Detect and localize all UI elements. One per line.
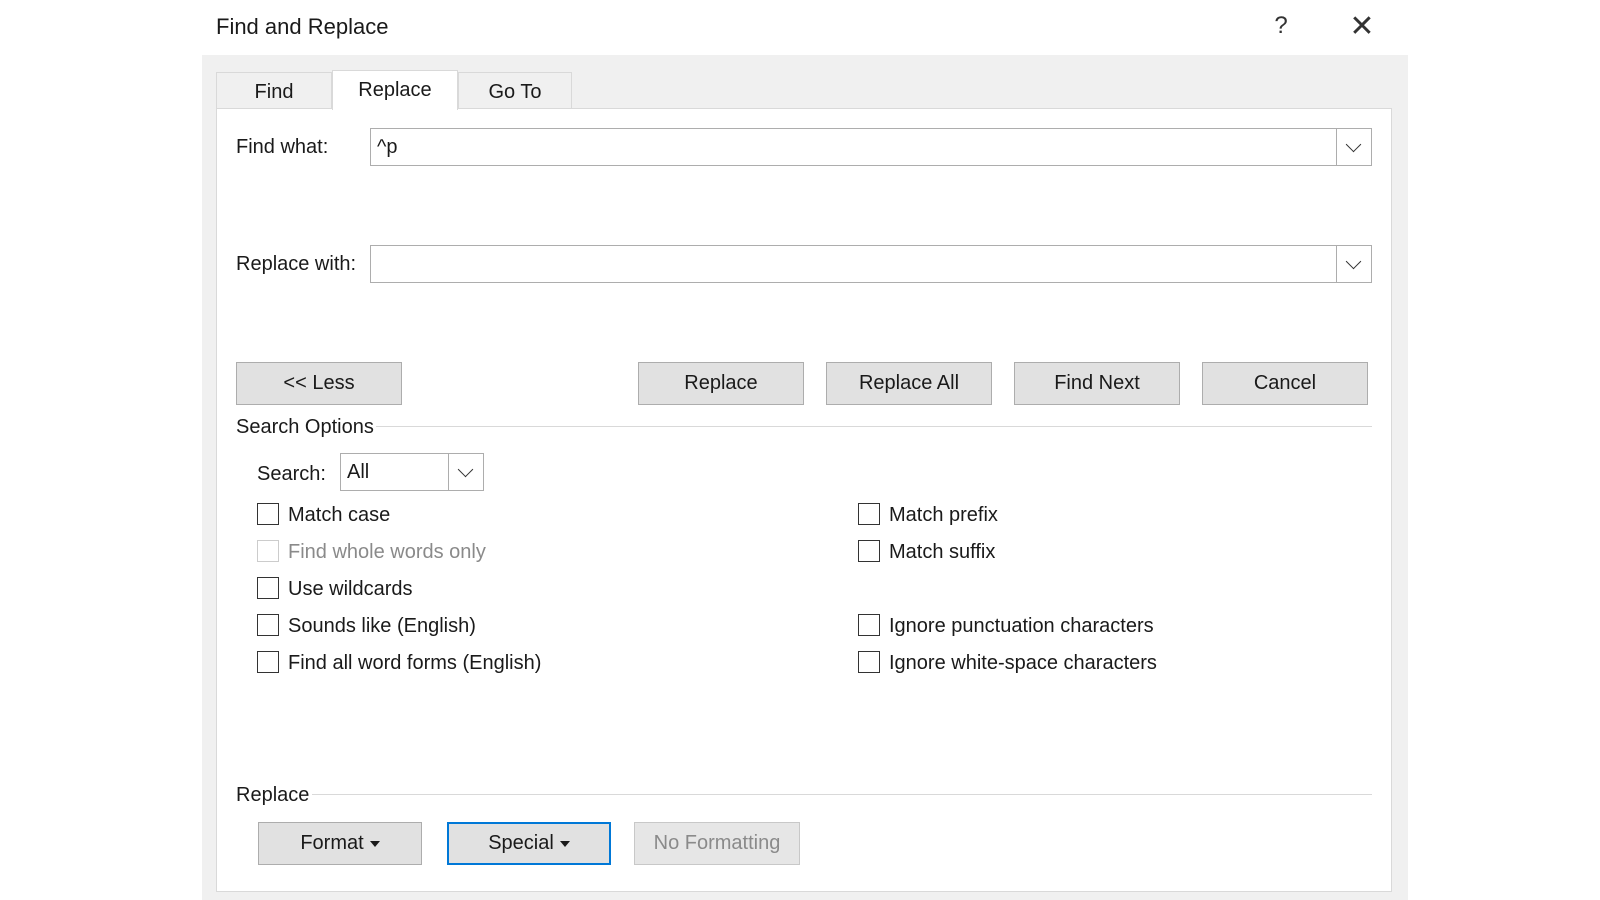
find-whole-words-label: Find whole words only: [288, 541, 486, 563]
format-button[interactable]: Format: [258, 822, 422, 865]
find-what-input[interactable]: ^p: [377, 129, 398, 165]
use-wildcards-label: Use wildcards: [288, 578, 413, 600]
tab-panel: [216, 108, 1392, 892]
match-suffix-checkbox[interactable]: [858, 540, 880, 562]
find-what-combo[interactable]: ^p: [370, 128, 1372, 166]
replace-all-button[interactable]: Replace All: [826, 362, 992, 405]
replace-button[interactable]: Replace: [638, 362, 804, 405]
find-whole-words-checkbox: [257, 540, 279, 562]
ignore-whitespace-label: Ignore white-space characters: [889, 652, 1157, 674]
chevron-down-icon: [457, 461, 474, 478]
search-direction-dropdown-button[interactable]: [448, 454, 483, 490]
tab-find[interactable]: Find: [216, 72, 332, 109]
replace-section-heading: Replace: [236, 784, 310, 806]
sounds-like-label: Sounds like (English): [288, 615, 476, 637]
format-button-label: Format: [300, 832, 364, 854]
replace-with-combo[interactable]: [370, 245, 1372, 283]
help-icon[interactable]: ?: [1266, 10, 1296, 42]
ignore-whitespace-checkbox[interactable]: [858, 651, 880, 673]
search-direction-combo[interactable]: All: [340, 453, 484, 491]
tab-replace[interactable]: Replace: [332, 70, 458, 110]
dialog-title: Find and Replace: [216, 14, 389, 39]
special-button[interactable]: Special: [447, 822, 611, 865]
match-suffix-label: Match suffix: [889, 541, 996, 563]
match-case-label: Match case: [288, 504, 391, 526]
special-button-label: Special: [488, 832, 554, 854]
match-case-checkbox[interactable]: [257, 503, 279, 525]
close-icon[interactable]: ✕: [1345, 10, 1379, 44]
search-options-divider: [376, 426, 1372, 427]
sounds-like-checkbox[interactable]: [257, 614, 279, 636]
find-all-word-forms-label: Find all word forms (English): [288, 652, 542, 674]
find-what-label: Find what:: [236, 136, 329, 158]
search-direction-value: All: [347, 461, 370, 483]
cancel-button[interactable]: Cancel: [1202, 362, 1368, 405]
find-what-dropdown-button[interactable]: [1336, 129, 1371, 165]
find-all-word-forms-checkbox[interactable]: [257, 651, 279, 673]
chevron-down-icon: [1345, 136, 1362, 153]
replace-section-divider: [312, 794, 1372, 795]
ignore-punctuation-checkbox[interactable]: [858, 614, 880, 636]
chevron-down-icon: [1345, 253, 1362, 270]
ignore-punctuation-label: Ignore punctuation characters: [889, 615, 1154, 637]
search-options-heading: Search Options: [236, 416, 374, 438]
caret-down-icon: [369, 840, 380, 847]
caret-down-icon: [559, 840, 570, 847]
less-button[interactable]: << Less: [236, 362, 402, 405]
use-wildcards-checkbox[interactable]: [257, 577, 279, 599]
replace-with-dropdown-button[interactable]: [1336, 246, 1371, 282]
no-formatting-button: No Formatting: [634, 822, 800, 865]
search-direction-label: Search:: [257, 463, 326, 485]
match-prefix-checkbox[interactable]: [858, 503, 880, 525]
tab-goto[interactable]: Go To: [458, 72, 572, 109]
find-next-button[interactable]: Find Next: [1014, 362, 1180, 405]
replace-with-label: Replace with:: [236, 253, 357, 275]
match-prefix-label: Match prefix: [889, 504, 998, 526]
